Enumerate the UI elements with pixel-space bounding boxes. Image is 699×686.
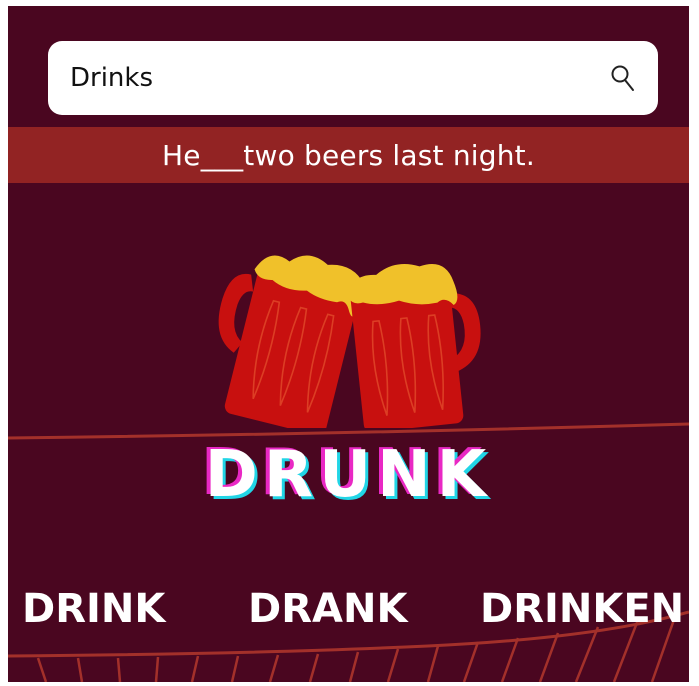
question-banner: He___two beers last night. — [8, 127, 689, 183]
question-sentence: He___two beers last night. — [162, 138, 535, 172]
search-icon[interactable] — [608, 63, 638, 93]
option-button-3[interactable]: DRINKEN — [480, 586, 684, 632]
answer-word: DRUNK — [204, 438, 493, 512]
quiz-card: Drinks He___two beers last night. DRUNK … — [8, 6, 689, 682]
option-button-2[interactable]: DRANK — [248, 586, 407, 632]
search-input[interactable]: Drinks — [70, 63, 608, 93]
beer-mugs-cheers-icon — [218, 255, 481, 428]
search-bar[interactable]: Drinks — [48, 41, 658, 115]
option-button-1[interactable]: DRINK — [22, 586, 165, 632]
